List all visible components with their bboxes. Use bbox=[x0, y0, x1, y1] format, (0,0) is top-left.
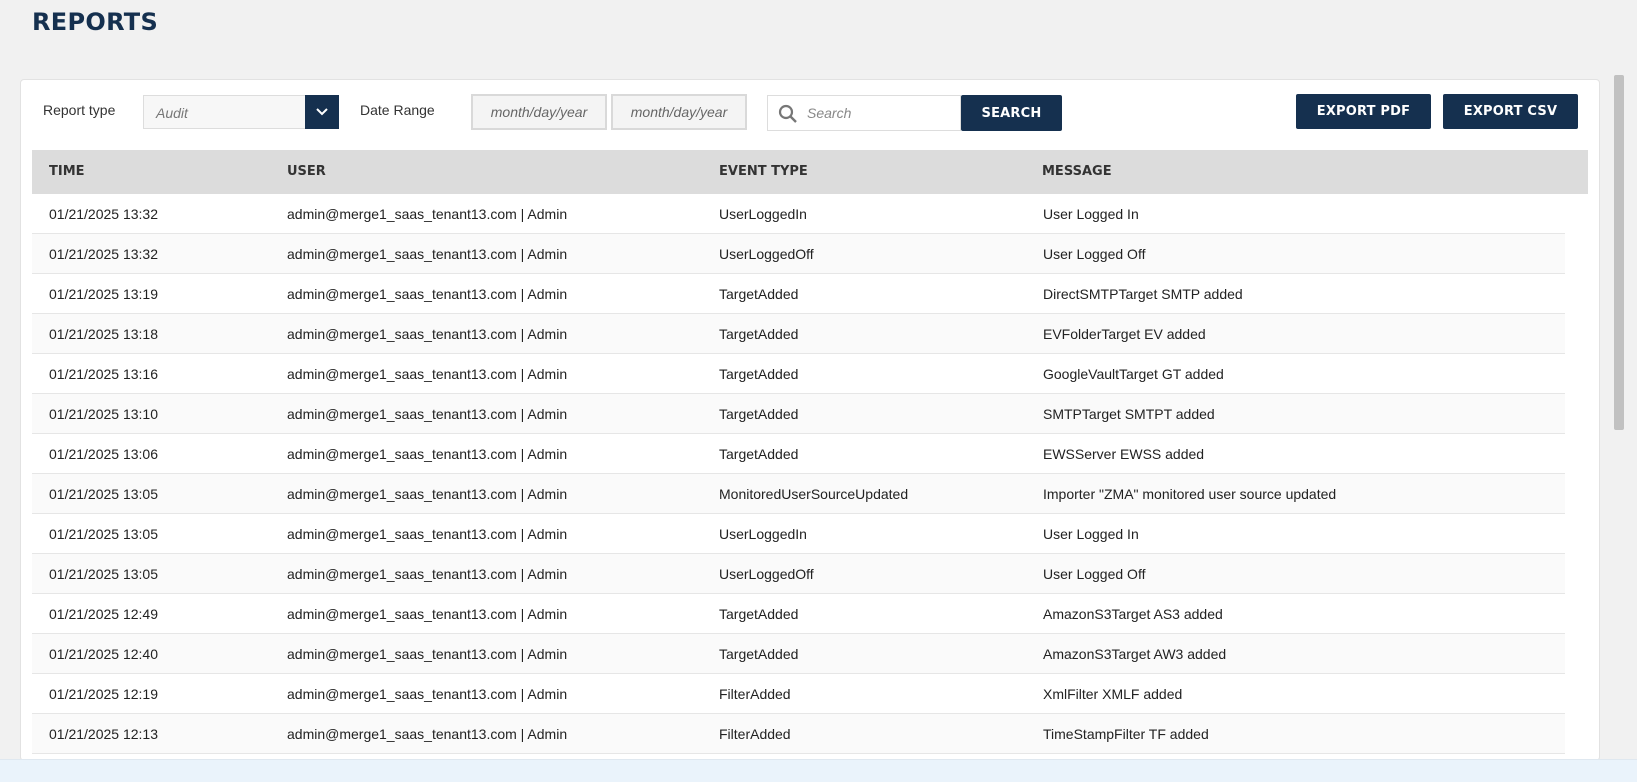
cell-time: 01/21/2025 13:16 bbox=[49, 366, 158, 382]
cell-event-type: TargetAdded bbox=[719, 446, 799, 462]
cell-time: 01/21/2025 13:32 bbox=[49, 206, 158, 222]
reports-card: Report type Audit Date Range month/day/y… bbox=[20, 79, 1600, 761]
table-row[interactable]: 01/21/2025 13:32 admin@merge1_saas_tenant… bbox=[32, 194, 1565, 234]
table-row[interactable]: 01/21/2025 13:05 admin@merge1_saas_tenant… bbox=[32, 514, 1565, 554]
cell-time: 01/21/2025 12:40 bbox=[49, 646, 158, 662]
table-row[interactable]: 01/21/2025 13:06 admin@merge1_saas_tenant… bbox=[32, 434, 1565, 474]
report-type-dropdown-button[interactable] bbox=[305, 95, 339, 129]
table-row[interactable]: 01/21/2025 13:05 admin@merge1_saas_tenant… bbox=[32, 474, 1565, 514]
cell-time: 01/21/2025 12:49 bbox=[49, 606, 158, 622]
audit-table: TIME USER EVENT TYPE MESSAGE 01/21/2025 … bbox=[32, 150, 1588, 754]
cell-user: admin@merge1_saas_tenant13.com | Admin bbox=[287, 486, 568, 502]
report-type-select[interactable]: Audit bbox=[143, 95, 339, 129]
cell-user: admin@merge1_saas_tenant13.com | Admin bbox=[287, 206, 568, 222]
report-type-label: Report type bbox=[43, 102, 116, 118]
cell-user: admin@merge1_saas_tenant13.com | Admin bbox=[287, 606, 568, 622]
table-row[interactable]: 01/21/2025 13:19 admin@merge1_saas_tenant… bbox=[32, 274, 1565, 314]
cell-event-type: TargetAdded bbox=[719, 646, 799, 662]
cell-message: EWSServer EWSS added bbox=[1043, 446, 1205, 462]
export-csv-button[interactable]: EXPORT CSV bbox=[1443, 94, 1578, 129]
cell-event-type: MonitoredUserSourceUpdated bbox=[719, 486, 909, 502]
cell-time: 01/21/2025 13:05 bbox=[49, 486, 158, 502]
date-to-input[interactable]: month/day/year bbox=[611, 94, 747, 130]
cell-time: 01/21/2025 13:19 bbox=[49, 286, 158, 302]
table-row[interactable]: 01/21/2025 13:10 admin@merge1_saas_tenant… bbox=[32, 394, 1565, 434]
table-row[interactable]: 01/21/2025 12:13 admin@merge1_saas_tenant… bbox=[32, 714, 1565, 754]
page-title: REPORTS bbox=[32, 8, 159, 36]
date-from-input[interactable]: month/day/year bbox=[471, 94, 607, 130]
cell-time: 01/21/2025 12:19 bbox=[49, 686, 158, 702]
cell-user: admin@merge1_saas_tenant13.com | Admin bbox=[287, 326, 568, 342]
cell-event-type: FilterAdded bbox=[719, 726, 791, 742]
table-row[interactable]: 01/21/2025 12:49 admin@merge1_saas_tenant… bbox=[32, 594, 1565, 634]
cell-message: Importer "ZMA" monitored user source upd… bbox=[1043, 486, 1337, 502]
cell-event-type: FilterAdded bbox=[719, 686, 791, 702]
cell-user: admin@merge1_saas_tenant13.com | Admin bbox=[287, 246, 568, 262]
cell-message: TimeStampFilter TF added bbox=[1043, 726, 1209, 742]
toolbar: Report type Audit Date Range month/day/y… bbox=[21, 80, 1599, 150]
search-icon bbox=[778, 104, 797, 123]
cell-time: 01/21/2025 12:13 bbox=[49, 726, 158, 742]
cell-event-type: UserLoggedOff bbox=[719, 566, 814, 582]
cell-message: GoogleVaultTarget GT added bbox=[1043, 366, 1224, 382]
cell-event-type: TargetAdded bbox=[719, 366, 799, 382]
cell-user: admin@merge1_saas_tenant13.com | Admin bbox=[287, 566, 568, 582]
export-pdf-button[interactable]: EXPORT PDF bbox=[1296, 94, 1431, 129]
cell-event-type: TargetAdded bbox=[719, 606, 799, 622]
cell-message: DirectSMTPTarget SMTP added bbox=[1043, 286, 1243, 302]
table-row[interactable]: 01/21/2025 12:19 admin@merge1_saas_tenant… bbox=[32, 674, 1565, 714]
cell-time: 01/21/2025 13:18 bbox=[49, 326, 158, 342]
cell-user: admin@merge1_saas_tenant13.com | Admin bbox=[287, 446, 568, 462]
column-header-user[interactable]: USER bbox=[287, 164, 326, 179]
chevron-down-icon bbox=[316, 108, 328, 116]
column-header-time[interactable]: TIME bbox=[49, 164, 85, 179]
cell-user: admin@merge1_saas_tenant13.com | Admin bbox=[287, 366, 568, 382]
table-row[interactable]: 01/21/2025 13:18 admin@merge1_saas_tenant… bbox=[32, 314, 1565, 354]
table-header: TIME USER EVENT TYPE MESSAGE bbox=[32, 150, 1588, 194]
cell-time: 01/21/2025 13:10 bbox=[49, 406, 158, 422]
cell-message: XmlFilter XMLF added bbox=[1043, 686, 1183, 702]
table-row[interactable]: 01/21/2025 13:32 admin@merge1_saas_tenant… bbox=[32, 234, 1565, 274]
cell-event-type: UserLoggedIn bbox=[719, 206, 807, 222]
cell-user: admin@merge1_saas_tenant13.com | Admin bbox=[287, 726, 568, 742]
scrollbar-thumb[interactable] bbox=[1614, 75, 1624, 430]
search-input[interactable]: Search bbox=[807, 105, 851, 121]
cell-user: admin@merge1_saas_tenant13.com | Admin bbox=[287, 646, 568, 662]
bottom-bar bbox=[0, 759, 1637, 782]
cell-event-type: UserLoggedIn bbox=[719, 526, 807, 542]
cell-message: AmazonS3Target AS3 added bbox=[1043, 606, 1223, 622]
cell-user: admin@merge1_saas_tenant13.com | Admin bbox=[287, 526, 568, 542]
date-range-label: Date Range bbox=[360, 102, 435, 118]
table-row[interactable]: 01/21/2025 13:05 admin@merge1_saas_tenant… bbox=[32, 554, 1565, 594]
cell-user: admin@merge1_saas_tenant13.com | Admin bbox=[287, 686, 568, 702]
column-header-event-type[interactable]: EVENT TYPE bbox=[719, 164, 808, 179]
cell-time: 01/21/2025 13:06 bbox=[49, 446, 158, 462]
cell-message: User Logged Off bbox=[1043, 246, 1146, 262]
cell-time: 01/21/2025 13:05 bbox=[49, 526, 158, 542]
cell-message: SMTPTarget SMTPT added bbox=[1043, 406, 1215, 422]
cell-user: admin@merge1_saas_tenant13.com | Admin bbox=[287, 286, 568, 302]
search-button[interactable]: SEARCH bbox=[961, 95, 1062, 131]
table-row[interactable]: 01/21/2025 13:16 admin@merge1_saas_tenant… bbox=[32, 354, 1565, 394]
cell-message: User Logged Off bbox=[1043, 566, 1146, 582]
cell-message: AmazonS3Target AW3 added bbox=[1043, 646, 1227, 662]
cell-event-type: TargetAdded bbox=[719, 286, 799, 302]
report-type-value: Audit bbox=[156, 105, 188, 121]
cell-event-type: TargetAdded bbox=[719, 326, 799, 342]
column-header-message[interactable]: MESSAGE bbox=[1042, 164, 1112, 179]
table-row[interactable]: 01/21/2025 12:40 admin@merge1_saas_tenant… bbox=[32, 634, 1565, 674]
cell-time: 01/21/2025 13:05 bbox=[49, 566, 158, 582]
cell-time: 01/21/2025 13:32 bbox=[49, 246, 158, 262]
cell-event-type: TargetAdded bbox=[719, 406, 799, 422]
cell-user: admin@merge1_saas_tenant13.com | Admin bbox=[287, 406, 568, 422]
cell-message: User Logged In bbox=[1043, 526, 1139, 542]
cell-event-type: UserLoggedOff bbox=[719, 246, 814, 262]
cell-message: EVFolderTarget EV added bbox=[1043, 326, 1206, 342]
cell-message: User Logged In bbox=[1043, 206, 1139, 222]
table-body: 01/21/2025 13:32 admin@merge1_saas_tenant… bbox=[32, 194, 1588, 754]
search-box[interactable]: Search bbox=[767, 95, 961, 131]
